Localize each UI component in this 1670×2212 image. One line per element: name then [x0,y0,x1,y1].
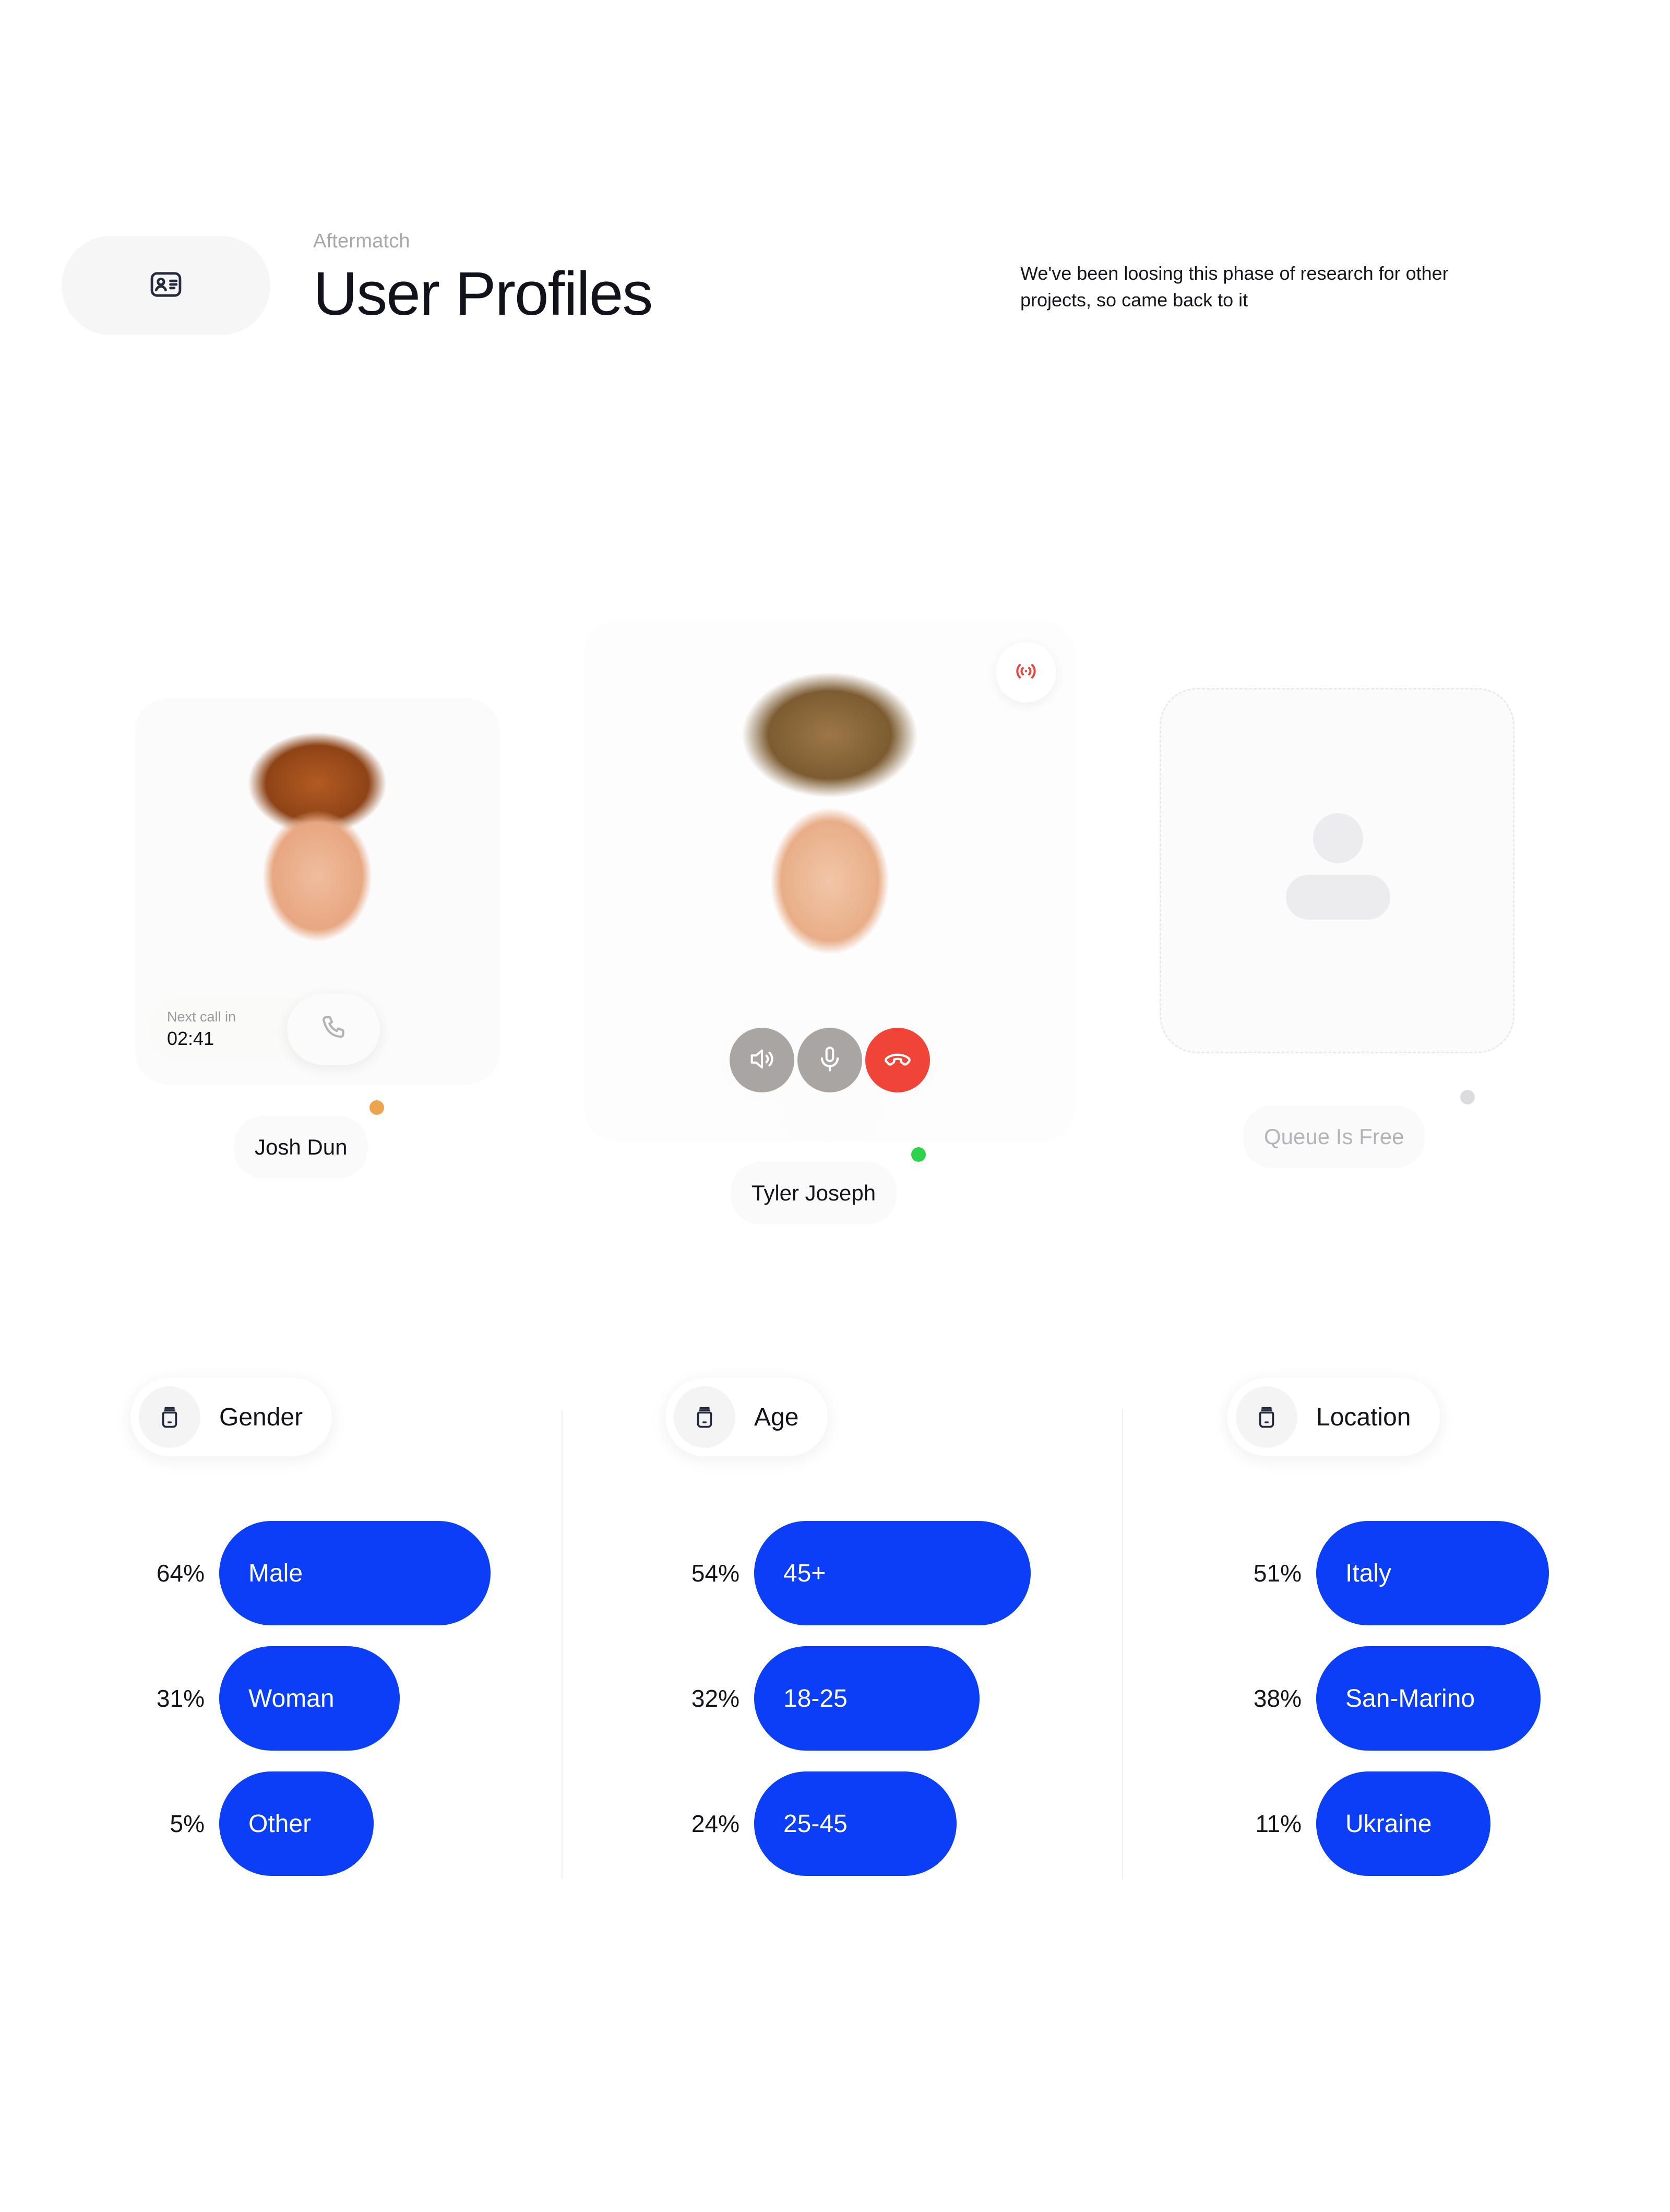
column-divider-1 [562,1409,563,1879]
column-divider-2 [1122,1409,1123,1879]
bar-percent: 5% [170,1810,205,1837]
bar: 25-45 [754,1771,957,1876]
live-badge[interactable] [996,642,1056,703]
bar-percent: 31% [156,1685,205,1712]
phone-icon [318,1013,349,1046]
avatar-thumbnail [584,620,1075,1142]
bar: Other [219,1771,374,1876]
bar-row: 24% 25-45 [665,1771,1031,1876]
jar-icon [674,1386,735,1448]
call-card-queue-free[interactable]: Queue Is Free [1160,688,1514,1168]
bar: 45+ [754,1521,1031,1625]
bar-row: 51% Italy [1227,1521,1549,1625]
bar-percent: 24% [691,1810,739,1837]
call-card-tyler-joseph[interactable]: Tyler Joseph [584,620,1075,1224]
call-card-josh-dun[interactable]: Next call in 02:41 Josh Dun [135,698,500,1179]
stat-column-location: Location 51% Italy 38% San-Marino 11% Uk… [1227,1378,1549,1897]
speaker-button[interactable] [730,1028,794,1092]
jar-icon [1236,1386,1297,1448]
contact-name: Josh Dun [255,1135,348,1159]
stat-chip-label: Location [1316,1403,1411,1431]
bar-row: 31% Woman [130,1646,491,1751]
user-profiles-page: Aftermatch User Profiles We've been loos… [0,0,1670,2212]
stat-chip-gender[interactable]: Gender [130,1378,332,1456]
bar-chart-gender: 64% Male 31% Woman 5% Other [130,1521,491,1876]
bar: Woman [219,1646,400,1751]
bar-row: 64% Male [130,1521,491,1625]
bar-percent: 38% [1253,1685,1302,1712]
bar-percent: 32% [691,1685,739,1712]
contact-name: Tyler Joseph [752,1181,876,1205]
demographics-section: Gender 64% Male 31% Woman 5% Other Age 5… [0,1378,1670,2004]
queue-status-pill: Queue Is Free [1243,1105,1425,1168]
bar-percent: 51% [1253,1560,1302,1587]
status-dot-empty [1460,1090,1475,1104]
next-call-label: Next call in [167,1008,236,1025]
microphone-button[interactable] [797,1028,862,1092]
bar-percent: 54% [691,1560,739,1587]
bar-row: 54% 45+ [665,1521,1031,1625]
stat-chip-label: Gender [219,1403,303,1431]
empty-slot-thumbnail [1160,688,1514,1053]
stat-column-age: Age 54% 45+ 32% 18-25 24% 25-45 [665,1378,1031,1897]
call-controls [721,1019,938,1101]
microphone-icon [815,1044,845,1077]
bar-row: 32% 18-25 [665,1646,1031,1751]
jar-icon [139,1386,200,1448]
stat-chip-location[interactable]: Location [1227,1378,1440,1456]
person-placeholder-icon [1269,813,1405,928]
bar-row: 11% Ukraine [1227,1771,1549,1876]
status-dot-away [369,1100,384,1115]
call-cards-section: Next call in 02:41 Josh Dun Tyler Joseph… [0,0,1670,1253]
bar-chart-location: 51% Italy 38% San-Marino 11% Ukraine [1227,1521,1549,1876]
stat-chip-age[interactable]: Age [665,1378,828,1456]
speaker-icon [747,1044,777,1077]
bar: San-Marino [1316,1646,1541,1751]
contact-name-pill: Josh Dun [234,1116,368,1179]
bar: Ukraine [1316,1771,1490,1876]
contact-name-pill: Tyler Joseph [731,1162,897,1224]
bar-row: 5% Other [130,1771,491,1876]
bar: Italy [1316,1521,1549,1625]
call-button[interactable] [287,994,380,1065]
next-call-timer: 02:41 [167,1028,214,1050]
status-dot-online [911,1147,926,1162]
phone-hangup-icon [882,1044,913,1077]
bar: 18-25 [754,1646,980,1751]
bar-chart-age: 54% 45+ 32% 18-25 24% 25-45 [665,1521,1031,1876]
bar-percent: 11% [1255,1810,1302,1837]
stat-column-gender: Gender 64% Male 31% Woman 5% Other [130,1378,491,1897]
bar-percent: 64% [156,1560,205,1587]
queue-status-label: Queue Is Free [1264,1124,1404,1149]
hang-up-button[interactable] [865,1028,930,1092]
bar-row: 38% San-Marino [1227,1646,1549,1751]
avatar-thumbnail: Next call in 02:41 [135,698,500,1085]
broadcast-icon [1012,658,1040,687]
stat-chip-label: Age [754,1403,799,1431]
bar: Male [219,1521,491,1625]
